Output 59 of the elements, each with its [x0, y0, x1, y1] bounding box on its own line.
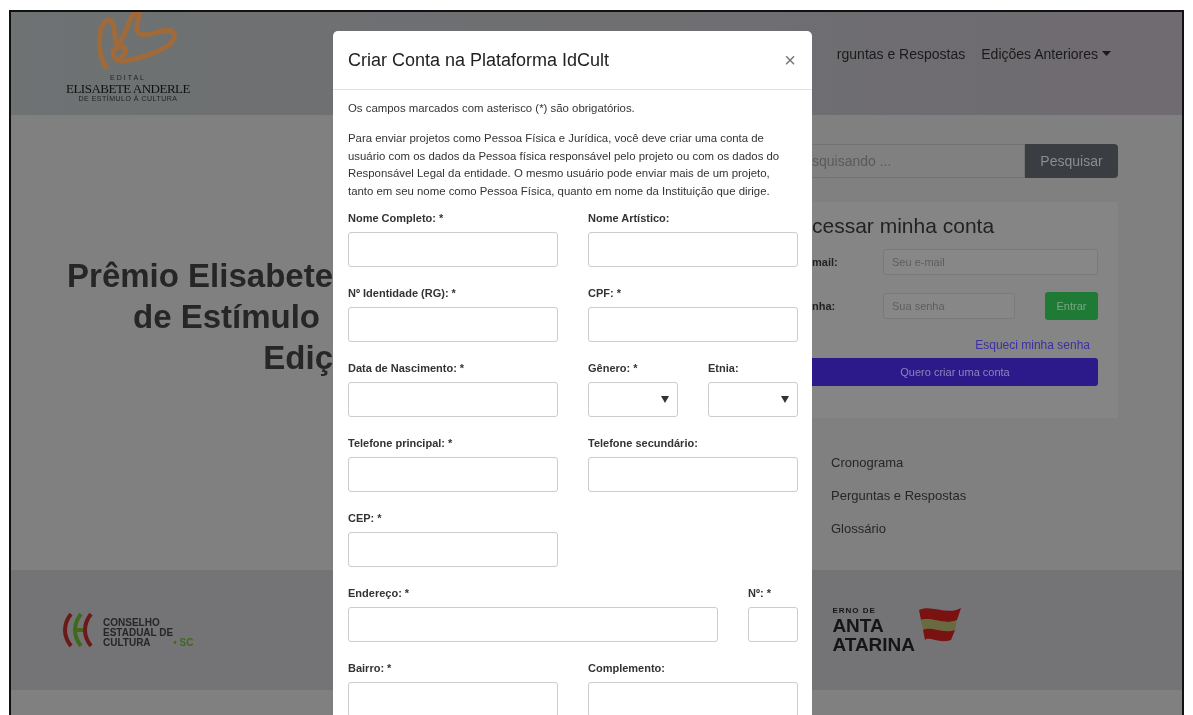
input-field[interactable] — [348, 232, 558, 267]
hero-title: de Estímulo — [132, 297, 320, 337]
input-field[interactable] — [588, 682, 798, 715]
nav-link[interactable]: rguntas e Respostas — [836, 46, 966, 62]
input-field[interactable] — [348, 307, 558, 342]
input-field[interactable] — [348, 382, 558, 417]
intro-paragraph: Para enviar projetos como Pessoa Física e Jurídica, você deve criar uma conta de usuário com os dados da Pessoa física responsável pelo projeto ou com os dados do Responsável Legal da entidade. O mesmo usuário pode enviar mais de um projeto, tanto em seu nome como Pessoa Física, quanto em nome da Instituição que dirige. — [348, 131, 781, 199]
select-field[interactable] — [708, 382, 798, 417]
field-label: Telefone principal: * — [348, 436, 454, 451]
logo-text: CONSELHO — [103, 618, 161, 628]
logo-text: ESTADUAL DE — [103, 628, 174, 638]
input-field[interactable] — [748, 607, 798, 642]
required-note: Os campos marcados com asterisco (*) são obrigatórios. — [348, 101, 636, 116]
field-label: Bairro: * — [348, 661, 393, 676]
select-field[interactable] — [588, 382, 678, 417]
field-label: CEP: * — [348, 511, 383, 526]
hero-title: Prêmio Elisabete — [67, 256, 333, 296]
field-label: Telefone secundário: — [588, 436, 699, 451]
caret-icon — [1102, 51, 1111, 57]
create-account-button[interactable]: Quero criar uma conta — [812, 358, 1098, 386]
hero-title: Ediç — [263, 338, 333, 378]
flag-icon — [917, 606, 964, 642]
field-label: Etnia: — [708, 361, 740, 376]
logo-text: • SC — [173, 638, 194, 648]
side-link[interactable]: Glossário — [831, 519, 1118, 538]
field-label: Endereço: * — [348, 586, 411, 601]
modal-title: Criar Conta na Plataforma IdCult — [348, 49, 610, 71]
input-field[interactable] — [588, 307, 798, 342]
nav-link[interactable]: Edições Anteriores — [981, 46, 1111, 62]
logo-text: CULTURA — [103, 638, 152, 648]
input-field[interactable] — [348, 682, 558, 715]
field-label: Nº: * — [748, 586, 772, 601]
field-label: mail: — [812, 256, 839, 268]
search-button[interactable]: Pesquisar — [1025, 144, 1118, 178]
field-label: Nome Completo: * — [348, 211, 445, 226]
caret-icon — [661, 396, 669, 403]
forgot-password-link[interactable]: Esqueci minha senha — [975, 338, 1090, 352]
field-label: Nome Artístico: — [588, 211, 671, 226]
side-link[interactable]: Cronograma — [831, 453, 1118, 472]
field-label: nha: — [812, 300, 837, 312]
caret-icon — [781, 396, 789, 403]
field-label: CPF: * — [588, 286, 622, 301]
input-field[interactable] — [588, 232, 798, 267]
close-button[interactable]: × — [784, 50, 796, 70]
field-label: Gênero: * — [588, 361, 639, 376]
login-button[interactable]: Entrar — [1045, 292, 1098, 320]
logo-text: ERNO DE — [832, 606, 877, 616]
input-field[interactable] — [348, 532, 558, 567]
logo-text: ANTA — [832, 616, 885, 635]
input-field[interactable] — [588, 457, 798, 492]
input-field[interactable] — [348, 457, 558, 492]
logo-text: ATARINA — [832, 635, 916, 654]
card-title: cessar minha conta — [812, 214, 996, 238]
field-label: Complemento: — [588, 661, 666, 676]
field-label: Data de Nascimento: * — [348, 361, 466, 376]
side-link[interactable]: Perguntas e Respostas — [831, 486, 1118, 505]
logo-text: ELISABETE ANDERLE — [66, 82, 190, 95]
field-label: Nº Identidade (RG): * — [348, 286, 457, 301]
input-field[interactable] — [348, 607, 718, 642]
